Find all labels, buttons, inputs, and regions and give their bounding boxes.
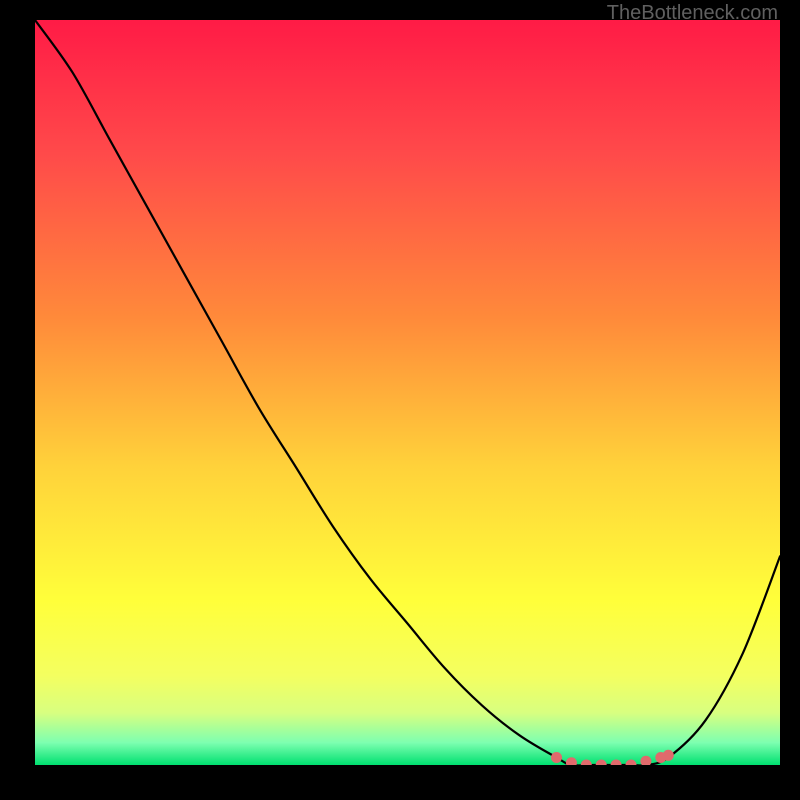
chart-curve-layer (35, 20, 780, 765)
optimal-marker (551, 752, 562, 763)
optimal-marker (611, 760, 622, 766)
plot-area (35, 20, 780, 765)
optimal-marker (566, 757, 577, 765)
optimal-marker (596, 760, 607, 766)
attribution-label: TheBottleneck.com (607, 2, 778, 25)
optimal-marker (581, 760, 592, 766)
chart-frame (35, 20, 780, 765)
optimal-marker (640, 756, 651, 765)
bottleneck-curve (35, 20, 780, 765)
optimal-marker (626, 760, 637, 766)
optimal-marker (663, 750, 674, 761)
